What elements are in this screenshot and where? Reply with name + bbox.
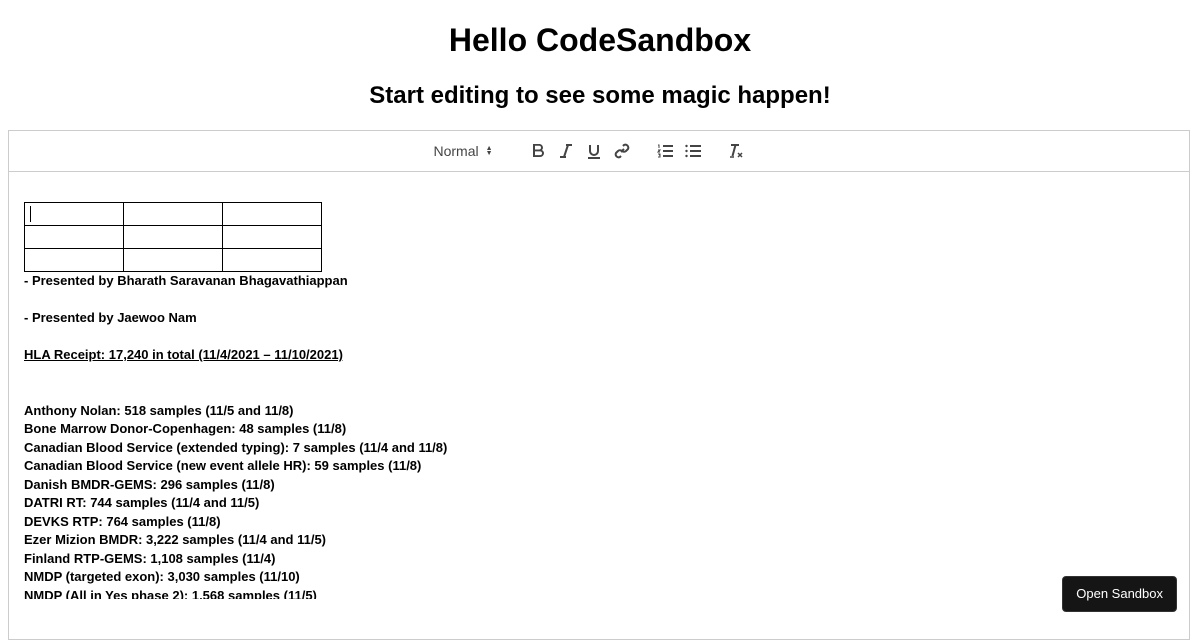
bullet-list-icon — [685, 144, 701, 158]
table-cell[interactable] — [124, 203, 223, 226]
clear-format-icon — [728, 143, 744, 159]
text-line: Danish BMDR-GEMS: 296 samples (11/8) — [24, 476, 1174, 495]
table-cell[interactable] — [25, 249, 124, 272]
editor-content[interactable]: - Presented by Bharath Saravanan Bhagava… — [9, 172, 1189, 599]
bold-icon — [531, 144, 545, 158]
text-line: NMDP (All in Yes phase 2): 1,568 samples… — [24, 587, 1174, 600]
text-line: Anthony Nolan: 518 samples (11/5 and 11/… — [24, 402, 1174, 421]
text-line: Bone Marrow Donor-Copenhagen: 48 samples… — [24, 420, 1174, 439]
text-line: Canadian Blood Service (new event allele… — [24, 457, 1174, 476]
format-select-value: Normal — [434, 143, 479, 159]
italic-icon — [559, 144, 573, 158]
text-caret — [30, 206, 31, 222]
editor-table — [24, 202, 322, 272]
table-row — [25, 226, 322, 249]
ordered-list-button[interactable] — [651, 139, 679, 163]
editor-lines: - Presented by Bharath Saravanan Bhagava… — [24, 272, 1174, 599]
link-icon — [614, 143, 630, 159]
select-arrows-icon: ▲▼ — [486, 146, 493, 156]
text-line: DEVKS RTP: 764 samples (11/8) — [24, 513, 1174, 532]
italic-button[interactable] — [552, 139, 580, 163]
blank-line — [24, 383, 1174, 402]
link-button[interactable] — [608, 139, 636, 163]
table-cell[interactable] — [25, 203, 124, 226]
blank-line — [24, 365, 1174, 384]
table-cell[interactable] — [124, 226, 223, 249]
text-line: Canadian Blood Service (extended typing)… — [24, 439, 1174, 458]
page-subtitle: Start editing to see some magic happen! — [0, 80, 1200, 112]
toolbar-group-clean — [722, 139, 750, 163]
underline-button[interactable] — [580, 139, 608, 163]
table-cell[interactable] — [25, 226, 124, 249]
blank-line — [24, 328, 1174, 347]
open-sandbox-button[interactable]: Open Sandbox — [1062, 576, 1177, 612]
rich-text-editor: Normal ▲▼ — [8, 130, 1190, 640]
toolbar-group-lists — [651, 139, 707, 163]
ordered-list-icon — [657, 144, 673, 158]
text-line: NMDP (targeted exon): 3,030 samples (11/… — [24, 568, 1174, 587]
table-row — [25, 249, 322, 272]
bullet-list-button[interactable] — [679, 139, 707, 163]
table-cell[interactable] — [223, 203, 322, 226]
table-row — [25, 203, 322, 226]
text-line: DATRI RT: 744 samples (11/4 and 11/5) — [24, 494, 1174, 513]
text-line: - Presented by Bharath Saravanan Bhagava… — [24, 272, 1174, 291]
table-cell[interactable] — [223, 249, 322, 272]
clear-format-button[interactable] — [722, 139, 750, 163]
editor-toolbar: Normal ▲▼ — [9, 131, 1189, 172]
text-line: Finland RTP-GEMS: 1,108 samples (11/4) — [24, 550, 1174, 569]
text-line: Ezer Mizion BMDR: 3,222 samples (11/4 an… — [24, 531, 1174, 550]
table-cell[interactable] — [124, 249, 223, 272]
format-select[interactable]: Normal ▲▼ — [434, 143, 514, 159]
blank-line — [24, 291, 1174, 310]
underline-icon — [587, 144, 601, 159]
bold-button[interactable] — [524, 139, 552, 163]
text-line: - Presented by Jaewoo Nam — [24, 309, 1174, 328]
table-cell[interactable] — [223, 226, 322, 249]
page-title: Hello CodeSandbox — [0, 20, 1200, 60]
text-line: HLA Receipt: 17,240 in total (11/4/2021 … — [24, 346, 1174, 365]
toolbar-group-inline — [524, 139, 636, 163]
